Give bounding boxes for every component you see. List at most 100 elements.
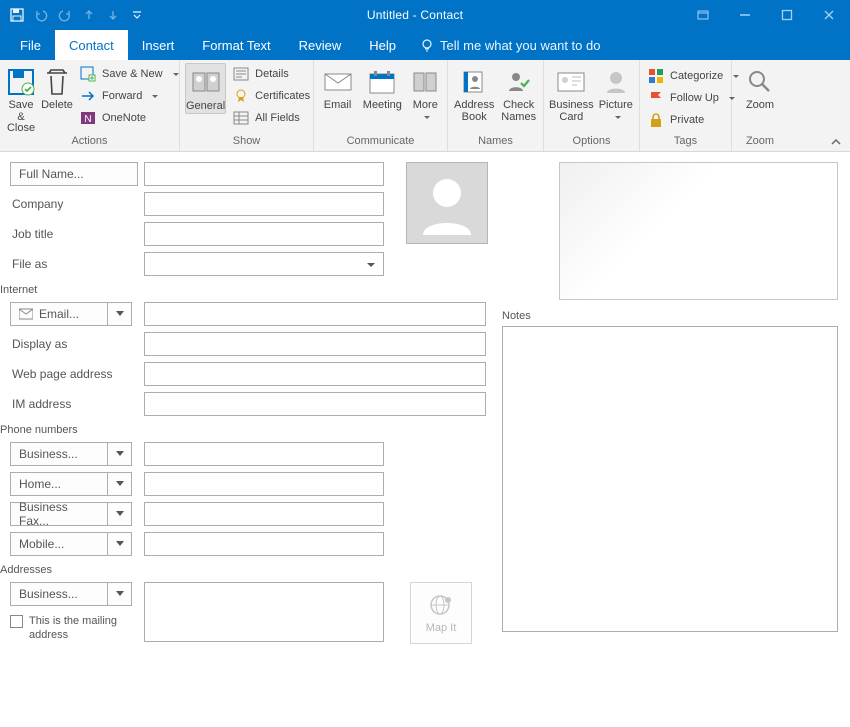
ribbon: Save & Close Delete Save & New Forward N… [0,60,850,152]
phone3-input[interactable] [144,502,384,526]
title-bar: Untitled - Contact [0,0,850,30]
window-title: Untitled - Contact [148,8,682,22]
zoom-button[interactable]: Zoom [737,63,783,112]
contact-photo[interactable] [406,162,488,244]
save-new-button[interactable]: Save & New [77,63,182,85]
flag-icon [648,90,664,106]
display-as-input[interactable] [144,332,486,356]
tab-review[interactable]: Review [285,30,356,60]
save-icon[interactable] [6,4,28,26]
map-it-button[interactable]: Map It [410,582,472,644]
undo-icon[interactable] [30,4,52,26]
certificates-icon [233,88,249,104]
email-icon [322,66,354,98]
email-type-button[interactable]: Email... [10,302,138,326]
tab-contact[interactable]: Contact [55,30,128,60]
minimize-icon[interactable] [724,0,766,30]
business-card-preview[interactable] [559,162,838,300]
ribbon-group-show: General Details Certificates All Fields … [180,60,314,151]
categorize-button[interactable]: Categorize [645,65,742,87]
onenote-button[interactable]: NOneNote [77,107,182,129]
business-card-button[interactable]: Business Card [549,63,594,123]
save-new-icon [80,66,96,82]
minimize-alt-icon[interactable] [682,0,724,30]
email-button[interactable]: Email [319,63,356,112]
follow-up-button[interactable]: Follow Up [645,87,742,109]
full-name-input[interactable] [144,162,384,186]
forward-icon [80,88,96,104]
meeting-button[interactable]: Meeting [360,63,405,112]
address-book-icon [458,66,490,98]
phone2-type-button[interactable]: Home... [10,472,138,496]
tell-me-search[interactable]: Tell me what you want to do [410,30,610,60]
tab-format-text[interactable]: Format Text [188,30,284,60]
full-name-button[interactable]: Full Name... [10,162,138,186]
save-close-icon [5,66,37,98]
company-input[interactable] [144,192,384,216]
web-page-label: Web page address [10,367,138,381]
phone4-input[interactable] [144,532,384,556]
notes-textarea[interactable] [502,326,838,632]
tab-help[interactable]: Help [355,30,410,60]
svg-text:N: N [84,114,91,125]
file-as-label: File as [10,257,138,271]
delete-icon [41,66,73,98]
general-button[interactable]: General [185,63,226,114]
more-button[interactable]: More [409,63,442,123]
notes-label: Notes [502,310,531,322]
tab-file[interactable]: File [6,30,55,60]
file-as-select[interactable] [144,252,384,276]
phone2-input[interactable] [144,472,384,496]
next-icon[interactable] [102,4,124,26]
forward-button[interactable]: Forward [77,85,182,107]
private-button[interactable]: Private [645,109,742,131]
im-label: IM address [10,397,138,411]
ribbon-group-tags: Categorize Follow Up Private Tags [640,60,732,151]
job-title-input[interactable] [144,222,384,246]
ribbon-group-actions: Save & Close Delete Save & New Forward N… [0,60,180,151]
maximize-icon[interactable] [766,0,808,30]
email-input[interactable] [144,302,486,326]
email-small-icon [19,308,33,320]
redo-icon[interactable] [54,4,76,26]
more-icon [409,66,441,98]
save-close-button[interactable]: Save & Close [5,63,37,135]
phone3-type-button[interactable]: Business Fax... [10,502,138,526]
im-input[interactable] [144,392,486,416]
delete-button[interactable]: Delete [41,63,73,112]
prev-icon[interactable] [78,4,100,26]
tab-insert[interactable]: Insert [128,30,189,60]
details-button[interactable]: Details [230,63,313,85]
certificates-button[interactable]: Certificates [230,85,313,107]
address-type-button[interactable]: Business... [10,582,138,606]
lock-icon [648,112,664,128]
address-textarea[interactable] [144,582,384,642]
ribbon-tabs: File Contact Insert Format Text Review H… [0,30,850,60]
ribbon-group-options: Business Card Picture Options [544,60,640,151]
all-fields-button[interactable]: All Fields [230,107,313,129]
picture-button[interactable]: Picture [598,63,634,123]
ribbon-group-communicate: Email Meeting More Communicate [314,60,448,151]
contact-form: Notes Full Name... Company Job title Fil… [0,152,850,644]
collapse-ribbon-icon[interactable] [830,137,842,147]
phone4-type-button[interactable]: Mobile... [10,532,138,556]
person-silhouette-icon [415,171,479,235]
web-page-input[interactable] [144,362,486,386]
meeting-icon [366,66,398,98]
details-icon [233,66,249,82]
address-book-button[interactable]: Address Book [453,63,495,123]
phone1-type-button[interactable]: Business... [10,442,138,466]
mailing-address-checkbox[interactable]: This is the mailing address [10,614,138,643]
general-icon [190,67,222,99]
checkbox-icon [10,615,23,628]
company-label: Company [10,197,138,211]
check-names-icon [503,66,535,98]
quick-access-toolbar [0,4,148,26]
categorize-icon [648,68,664,84]
phone1-input[interactable] [144,442,384,466]
close-icon[interactable] [808,0,850,30]
globe-icon [428,592,454,618]
check-names-button[interactable]: Check Names [499,63,538,123]
bulb-icon [420,38,434,52]
qat-customize-icon[interactable] [126,4,148,26]
